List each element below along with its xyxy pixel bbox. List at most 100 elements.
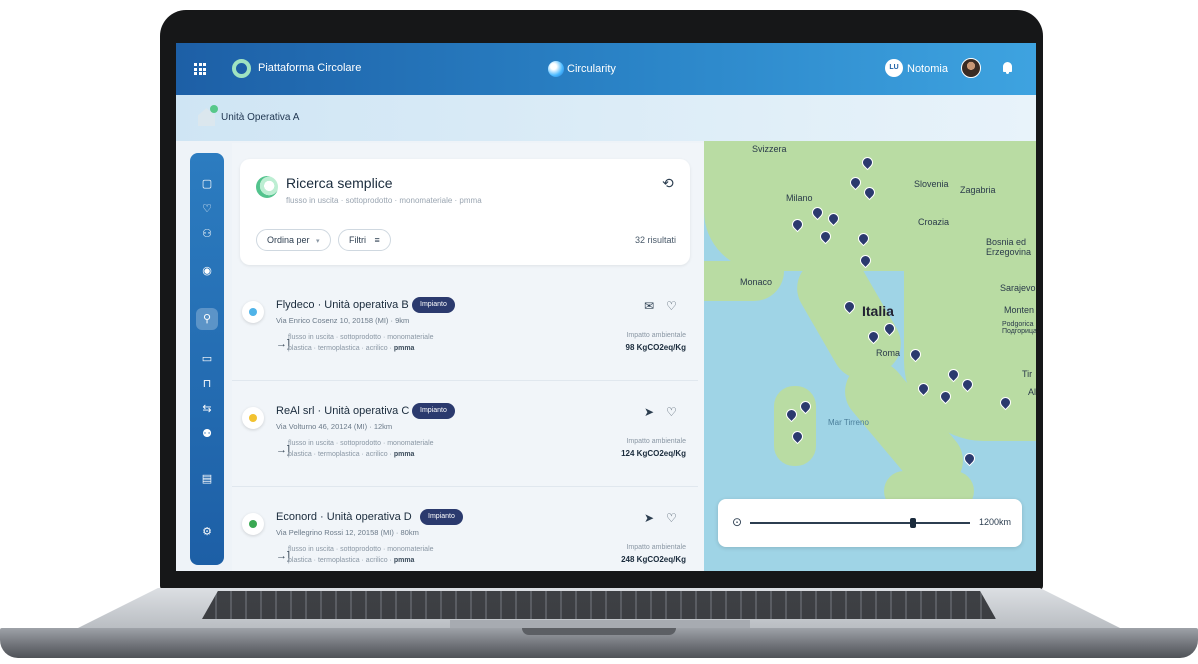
company-logo-mark [249, 308, 257, 316]
material-path: plastica · termoplastica · acrilico · [288, 345, 394, 352]
map-label: Monaco [740, 277, 773, 287]
result-flow: flusso in uscita · sottoprodotto · monom… [288, 546, 434, 553]
impact-label: Impatto ambientale [626, 544, 686, 551]
results-panel: Ricerca semplice flusso in uscita · sott… [232, 143, 704, 571]
favorite-heart-icon[interactable]: ♡ [666, 405, 677, 419]
result-title[interactable]: Flydeco · Unità operativa B [276, 299, 409, 311]
filter-icon: ≡ [374, 235, 380, 245]
laptop-keyboard [202, 591, 996, 619]
company-logo [242, 513, 264, 535]
sort-dropdown[interactable]: Ordina per ▾ [256, 229, 331, 251]
distance-slider-track[interactable] [750, 522, 970, 524]
flow-icon[interactable]: ⇆ [201, 403, 213, 415]
unit-label[interactable]: Unità Operativa A [221, 112, 299, 123]
result-title[interactable]: ReAl srl · Unità operativa C [276, 405, 409, 417]
laptop-screen: Piattaforma Circolare Circularity LU Not… [176, 43, 1036, 571]
impact-value: 124 KgCO2eq/Kg [621, 449, 686, 458]
results-map[interactable]: Svizzera Slovenia Zagabria Milano Croazi… [704, 141, 1036, 571]
map-label: Slovenia [914, 179, 949, 189]
material-path: plastica · termoplastica · acrilico · [288, 557, 394, 564]
refresh-search-icon[interactable]: ⟲ [662, 175, 678, 191]
material-name: pmma [393, 345, 415, 352]
result-material: plastica · termoplastica · acrilico · pm… [288, 557, 414, 564]
map-label: Bosnia ed Erzegovina [986, 237, 1032, 257]
plant-badge: Impianto [412, 403, 455, 419]
org-switcher[interactable]: Notomia [907, 63, 948, 75]
result-address: Via Pellegrino Rossi 12, 20158 (MI) · 80… [276, 528, 419, 537]
favorite-heart-icon[interactable]: ♡ [666, 299, 677, 313]
result-card[interactable]: ReAl srl · Unità operativa C Impianto Vi… [232, 389, 698, 487]
send-icon[interactable]: ➤ [644, 405, 654, 419]
heart-icon[interactable]: ♡ [201, 203, 213, 215]
result-card[interactable]: Flydeco · Unità operativa B Impianto Via… [232, 283, 698, 381]
result-address: Via Enrico Cosenz 10, 20158 (MI) · 9km [276, 316, 410, 325]
chat-icon[interactable]: ▢ [201, 178, 213, 190]
material-name: pmma [393, 451, 415, 458]
top-bar: Piattaforma Circolare Circularity LU Not… [176, 43, 1036, 95]
org-logo-icon: LU [885, 59, 903, 77]
settings-icon[interactable]: ⚙ [201, 526, 213, 538]
material-name: pmma [393, 557, 415, 564]
impact-value: 248 KgCO2eq/Kg [621, 555, 686, 564]
brand-name[interactable]: Piattaforma Circolare [258, 62, 361, 74]
users-icon[interactable]: ⚉ [201, 428, 213, 440]
circularity-logo-icon [548, 61, 564, 77]
mail-icon[interactable]: ✉ [644, 299, 654, 313]
results-count: 32 risultati [634, 235, 676, 245]
map-label-sea: Mar Tirreno [828, 418, 869, 427]
factory-icon[interactable]: ⊓ [201, 378, 213, 390]
map-label: Tir [1022, 369, 1033, 379]
favorite-heart-icon[interactable]: ♡ [666, 511, 677, 525]
flame-icon[interactable]: ◉ [201, 265, 213, 277]
location-pin-icon: ⊙ [732, 515, 743, 529]
plant-badge: Impianto [412, 297, 455, 313]
map-label: Milano [786, 193, 813, 203]
map-label: Sarajevo [1000, 283, 1036, 293]
map-label: Svizzera [752, 144, 787, 154]
result-flow: flusso in uscita · sottoprodotto · monom… [288, 440, 434, 447]
send-icon[interactable]: ➤ [644, 511, 654, 525]
map-pin[interactable] [961, 450, 978, 467]
distance-filter: ⊙ 1200km [718, 499, 1022, 547]
impact-label: Impatto ambientale [626, 438, 686, 445]
document-icon[interactable]: ▤ [201, 473, 213, 485]
result-flow: flusso in uscita · sottoprodotto · monom… [288, 334, 434, 341]
truck-icon[interactable]: ▭ [201, 353, 213, 365]
company-logo-mark [249, 414, 257, 422]
map-label: Zagabria [960, 185, 996, 195]
company-logo-mark [249, 520, 257, 528]
result-card[interactable]: Econord · Unità operativa D Impianto Via… [232, 495, 698, 571]
distance-slider-thumb[interactable] [910, 518, 916, 528]
user-avatar[interactable] [961, 58, 981, 78]
network-icon[interactable]: ⚇ [201, 228, 213, 240]
result-title[interactable]: Econord · Unità operativa D [276, 511, 412, 523]
search-logo-icon [256, 176, 278, 198]
map-land-sardinia [774, 386, 816, 466]
search-subtitle: flusso in uscita · sottoprodotto · monom… [286, 196, 482, 205]
impact-value: 98 KgCO2eq/Kg [625, 343, 686, 352]
circularity-title: Circularity [567, 63, 616, 75]
search-icon[interactable]: ⚲ [201, 313, 213, 325]
map-label: Monten [1004, 305, 1035, 315]
map-label: Al [1028, 387, 1036, 397]
company-logo [242, 407, 264, 429]
chevron-down-icon: ▾ [316, 238, 320, 245]
sort-label: Ordina per [267, 235, 310, 245]
search-card: Ricerca semplice flusso in uscita · sott… [240, 159, 690, 265]
company-logo [242, 301, 264, 323]
notifications-bell-icon[interactable] [1003, 62, 1012, 74]
map-label: Croazia [918, 217, 950, 227]
filters-label: Filtri [349, 235, 366, 245]
filters-button[interactable]: Filtri ≡ [338, 229, 391, 251]
sidebar: ▢ ♡ ⚇ ◉ ⚲ ▭ ⊓ ⇆ ⚉ ▤ ⚙ [190, 153, 224, 565]
impact-label: Impatto ambientale [626, 332, 686, 339]
result-material: plastica · termoplastica · acrilico · pm… [288, 451, 414, 458]
laptop-notch [522, 628, 676, 635]
search-title: Ricerca semplice [286, 175, 393, 191]
apps-grid-icon[interactable] [194, 63, 206, 75]
result-material: plastica · termoplastica · acrilico · pm… [288, 345, 414, 352]
map-label: Podgorica Подгорица [1002, 321, 1036, 335]
plant-badge: Impianto [420, 509, 463, 525]
map-label: Roma [876, 348, 901, 358]
unit-bar: Unità Operativa A [176, 95, 1036, 141]
